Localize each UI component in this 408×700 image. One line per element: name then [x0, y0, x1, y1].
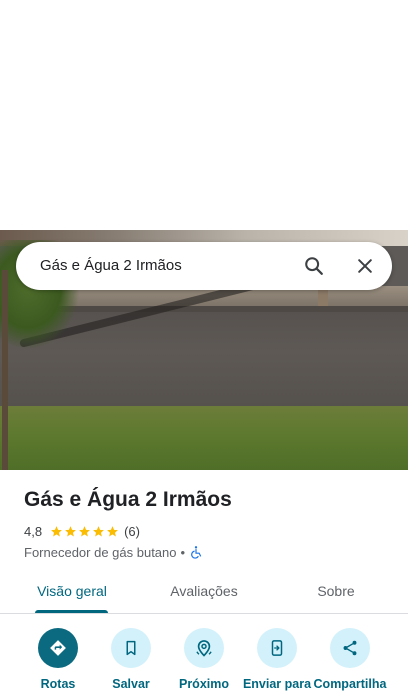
search-query[interactable]: Gás e Água 2 Irmãos [40, 257, 182, 274]
action-buttons: Rotas Salvar Próximo Enviar para Compart… [0, 614, 408, 700]
separator-dot: • [180, 544, 186, 560]
place-category: Fornecedor de gás butano [24, 544, 177, 560]
star-icon [79, 525, 90, 536]
action-label: Compartilha [313, 677, 387, 691]
rating-row[interactable]: 4,8 (6) [24, 522, 140, 540]
photo-tree-trunk [2, 270, 8, 470]
action-label: Enviar para [242, 677, 312, 691]
search-bar[interactable]: Gás e Água 2 Irmãos [16, 242, 392, 290]
directions-button[interactable]: Rotas [20, 628, 96, 692]
place-details-screen: Gás e Água 2 Irmãos Gás e Água 2 Irmãos … [0, 0, 408, 700]
tab-about[interactable]: Sobre [290, 568, 382, 614]
place-title: Gás e Água 2 Irmãos [24, 488, 232, 511]
rating-value: 4,8 [24, 523, 43, 539]
share-icon [343, 640, 357, 656]
category-row: Fornecedor de gás butano • [24, 544, 203, 560]
tab-label: Sobre [317, 583, 355, 599]
send-to-phone-icon [271, 640, 283, 656]
share-circle[interactable] [330, 628, 370, 668]
tab-reviews[interactable]: Avaliações [150, 568, 258, 614]
directions-icon [50, 640, 66, 656]
nearby-icon [196, 640, 212, 657]
nearby-circle[interactable] [184, 628, 224, 668]
wheelchair-icon [191, 546, 202, 559]
search-button[interactable] [298, 250, 330, 282]
active-tab-indicator [35, 610, 108, 613]
tab-bar: Visão geral Avaliações Sobre [0, 568, 408, 614]
tab-overview[interactable]: Visão geral [20, 568, 124, 614]
map-blank-area[interactable] [0, 0, 408, 230]
action-label: Próximo [178, 677, 229, 691]
directions-circle[interactable] [38, 628, 78, 668]
photo-grass [0, 406, 408, 470]
star-icon [93, 525, 104, 536]
bookmark-icon [126, 640, 136, 656]
star-icon [65, 525, 76, 536]
close-button[interactable] [349, 250, 381, 282]
save-button[interactable]: Salvar [93, 628, 169, 692]
star-icon [51, 525, 62, 536]
nearby-button[interactable]: Próximo [166, 628, 242, 692]
send-to-phone-button[interactable]: Enviar para [239, 628, 315, 692]
send-to-phone-circle[interactable] [257, 628, 297, 668]
tab-label: Avaliações [170, 583, 238, 599]
save-circle[interactable] [111, 628, 151, 668]
search-icon [305, 257, 323, 275]
action-label: Rotas [40, 677, 76, 691]
rating-stars [50, 525, 120, 538]
close-icon [358, 259, 372, 273]
review-count: (6) [124, 523, 140, 539]
tab-label: Visão geral [37, 583, 107, 599]
share-button[interactable]: Compartilha [312, 628, 388, 692]
action-label: Salvar [112, 677, 150, 691]
star-icon [107, 525, 118, 536]
